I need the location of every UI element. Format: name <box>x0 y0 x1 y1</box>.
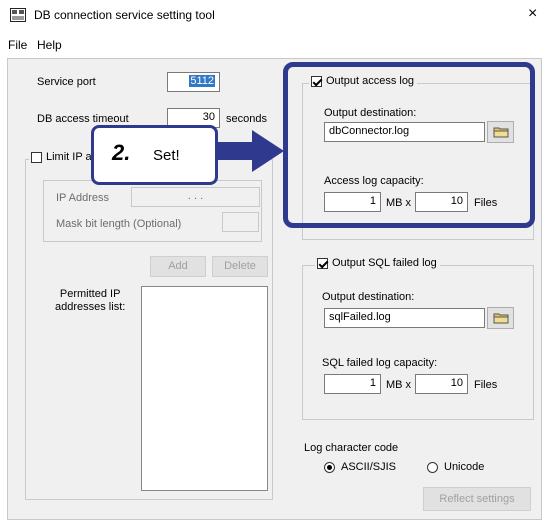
service-port-input[interactable]: 5112 <box>167 72 220 92</box>
sql-browse-button[interactable] <box>487 307 514 329</box>
sql-mb-input[interactable]: 1 <box>324 374 381 394</box>
window-title: DB connection service setting tool <box>34 8 215 22</box>
sql-dest-label: Output destination: <box>322 291 415 303</box>
arrow-icon <box>210 130 284 172</box>
delete-button[interactable]: Delete <box>212 256 268 277</box>
charset-label: Log character code <box>304 442 399 454</box>
sql-files-input[interactable]: 10 <box>415 374 468 394</box>
permitted-ip-list[interactable] <box>141 286 268 491</box>
ip-address-input[interactable]: . . . <box>131 187 260 207</box>
add-button[interactable]: Add <box>150 256 206 277</box>
highlight-frame <box>283 62 535 228</box>
permitted-ip-label: Permitted IP addresses list: <box>55 288 126 313</box>
sql-log-group <box>302 265 534 420</box>
ascii-radio[interactable] <box>324 461 335 473</box>
timeout-unit: seconds <box>226 113 267 125</box>
sql-log-checkbox[interactable] <box>317 257 328 269</box>
close-icon[interactable]: × <box>528 5 537 23</box>
database-app-icon <box>10 8 26 22</box>
timeout-label: DB access timeout <box>37 113 129 125</box>
sql-capacity-label: SQL failed log capacity: <box>322 357 438 369</box>
limit-ip-legend: Limit IP a <box>29 151 95 163</box>
reflect-settings-button[interactable]: Reflect settings <box>423 487 531 511</box>
sql-mb-unit: MB x <box>386 379 412 391</box>
sql-dest-input[interactable]: sqlFailed.log <box>324 308 485 328</box>
step-number: 2. <box>112 140 131 165</box>
sql-log-legend: Output SQL failed log <box>315 257 440 269</box>
sql-log-label: Output SQL failed log <box>332 257 437 269</box>
menu-bar <box>0 30 549 58</box>
ascii-label: ASCII/SJIS <box>341 461 397 473</box>
menu-file[interactable]: File <box>8 38 27 52</box>
limit-ip-label: Limit IP a <box>46 151 92 163</box>
ip-address-label: IP Address <box>56 192 109 204</box>
charset-option-ascii[interactable]: ASCII/SJIS <box>324 461 396 473</box>
unicode-radio[interactable] <box>427 461 438 473</box>
unicode-label: Unicode <box>444 461 485 473</box>
mask-label: Mask bit length (Optional) <box>56 218 182 230</box>
mask-input[interactable] <box>222 212 259 232</box>
folder-icon <box>493 313 508 324</box>
step-text: Set! <box>153 147 180 164</box>
menu-help[interactable]: Help <box>37 38 62 52</box>
service-port-label: Service port <box>37 76 96 88</box>
sql-files-unit: Files <box>474 379 498 391</box>
charset-option-unicode[interactable]: Unicode <box>427 461 484 473</box>
limit-ip-checkbox[interactable] <box>31 151 42 163</box>
